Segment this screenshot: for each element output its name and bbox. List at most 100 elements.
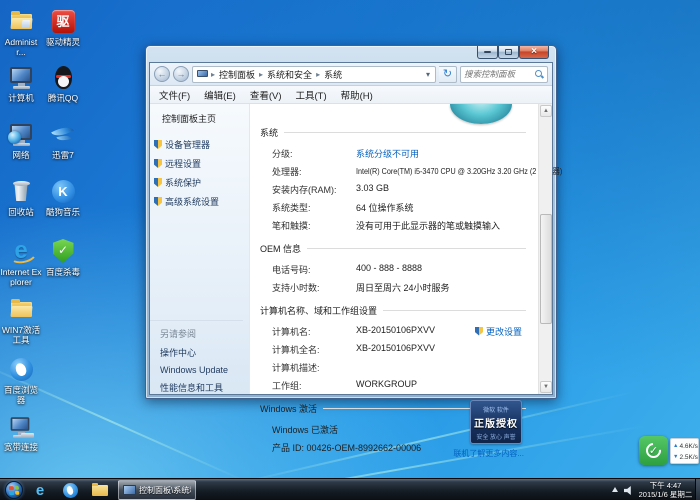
desktop-icon-internet-explorer[interactable]: e Internet Explorer — [0, 238, 42, 287]
desktop-icon-drive-genius[interactable]: 驱 驱动精灵 — [42, 8, 84, 47]
menu-edit[interactable]: 编辑(E) — [197, 88, 243, 102]
caption-buttons: × — [477, 46, 549, 59]
pen-touch-value: 没有可用于此显示器的笔或触摸输入 — [356, 219, 526, 232]
description-value — [356, 361, 526, 374]
sidebar-item-windows-update[interactable]: Windows Update — [160, 365, 243, 375]
user-folder-icon — [8, 8, 35, 35]
desktop-icon-label: Administr... — [0, 37, 42, 57]
spec-row-description: 计算机描述: — [260, 358, 526, 376]
tray-expand-icon[interactable] — [612, 487, 618, 492]
change-settings-link[interactable]: 更改设置 — [486, 325, 522, 338]
minimize-button[interactable] — [477, 46, 498, 59]
sidebar-item-control-panel-home[interactable]: 控制面板主页 — [150, 104, 249, 135]
forward-button[interactable]: → — [173, 66, 189, 82]
search-box[interactable] — [460, 66, 548, 83]
menu-help[interactable]: 帮助(H) — [334, 88, 380, 102]
show-desktop-button[interactable] — [695, 479, 700, 500]
desktop-icon-label: 计算机 — [0, 93, 42, 103]
taskbar-active-task[interactable]: 控制面板\系统和安全\系统 — [118, 480, 196, 500]
taskbar-clock[interactable]: 下午 4:47 2015/1/6 星期二 — [638, 481, 693, 500]
spec-row-full-name: 计算机全名: XB-20150106PXVV — [260, 340, 526, 358]
phone-value: 400 - 888 - 8888 — [356, 263, 526, 276]
download-arrow-icon: ▼ — [673, 452, 678, 463]
net-speed-widget[interactable]: ▲ 4.6K/s ▼ 2.5K/s — [670, 438, 699, 464]
desktop-icon-qq[interactable]: 腾讯QQ — [42, 64, 84, 103]
back-button[interactable]: ← — [154, 66, 170, 82]
clock-date: 2015/1/6 星期二 — [638, 490, 693, 499]
menu-view[interactable]: 查看(V) — [243, 88, 289, 102]
security-check-widget[interactable]: ✓ — [639, 436, 668, 465]
desktop-icon-kugou[interactable]: K 酷狗音乐 — [42, 178, 84, 217]
taskbar-explorer[interactable] — [88, 481, 112, 499]
sidebar-item-performance-tools[interactable]: 性能信息和工具 — [160, 381, 243, 394]
desktop-icon-label: WIN7激活工具 — [0, 325, 42, 345]
taskbar-internet-explorer[interactable]: e — [28, 481, 52, 499]
main-panel: 系统 分级: 系统分级不可用 处理器: Intel(R) Core(TM) i5… — [250, 104, 538, 394]
address-dropdown-icon[interactable]: ▾ — [423, 70, 433, 79]
sidebar-item-remote-settings[interactable]: 远程设置 — [150, 154, 249, 173]
speaker-icon[interactable] — [624, 486, 634, 495]
desktop-icon-broadband[interactable]: 宽带连接 — [0, 413, 42, 452]
baidu-browser-icon — [63, 483, 78, 498]
desktop-icon-network[interactable]: 网络 — [0, 121, 42, 160]
breadcrumb-system[interactable]: 系统 — [321, 68, 345, 81]
section-title: 计算机名称、域和工作组设置 — [260, 304, 377, 317]
spec-row-pen-touch: 笔和触摸: 没有可用于此显示器的笔或触摸输入 — [260, 216, 526, 234]
desktop-icon-win7-activator-folder[interactable]: WIN7激活工具 — [0, 296, 42, 345]
sidebar-item-label: 设备管理器 — [165, 138, 210, 151]
start-button[interactable] — [5, 481, 23, 499]
upload-speed-row: ▲ 4.6K/s — [673, 441, 697, 452]
broadband-connection-icon — [8, 413, 35, 440]
desktop-icon-admin-folder[interactable]: Administr... — [0, 8, 42, 57]
learn-more-online-link[interactable]: 联机了解更多内容... — [453, 448, 524, 459]
vertical-scrollbar[interactable]: ▲ ▼ — [538, 104, 552, 394]
taskbar-baidu-browser[interactable] — [58, 481, 82, 499]
sidebar-item-system-protection[interactable]: 系统保护 — [150, 173, 249, 192]
maximize-button[interactable] — [498, 46, 519, 59]
scrollbar-thumb[interactable] — [540, 214, 552, 324]
close-button[interactable]: × — [519, 46, 549, 59]
kugou-music-icon: K — [50, 178, 77, 205]
see-also-heading: 另请参阅 — [160, 327, 243, 340]
breadcrumb-system-security[interactable]: 系统和安全 — [264, 68, 315, 81]
uac-shield-icon — [154, 140, 162, 149]
folder-icon — [8, 296, 35, 323]
internet-explorer-icon: e — [36, 482, 44, 499]
see-also-section: 另请参阅 操作中心 Windows Update 性能信息和工具 — [150, 320, 243, 400]
windows-flag-icon — [9, 485, 20, 495]
section-title: OEM 信息 — [260, 242, 301, 255]
navigation-bar: ← → ▸ 控制面板 ▸ 系统和安全 ▸ 系统 ▾ ↻ — [150, 63, 552, 86]
breadcrumb-control-panel[interactable]: 控制面板 — [216, 68, 258, 81]
desktop-icon-computer[interactable]: 计算机 — [0, 64, 42, 103]
drive-genius-icon: 驱 — [50, 8, 77, 35]
scroll-down-arrow[interactable]: ▼ — [540, 381, 552, 393]
processor-value: Intel(R) Core(TM) i5-3470 CPU @ 3.20GHz … — [356, 165, 562, 177]
desktop-icon-label: 腾讯QQ — [42, 93, 84, 103]
checkmark-icon: ✓ — [649, 444, 658, 457]
download-speed-row: ▼ 2.5K/s — [673, 452, 697, 463]
sidebar-item-label: 系统保护 — [165, 176, 201, 189]
genuine-windows-badge[interactable]: 微软 软件 正版授权 安全 放心 声誉 — [470, 400, 522, 444]
menu-bar: 文件(F) 编辑(E) 查看(V) 工具(T) 帮助(H) — [150, 86, 552, 104]
menu-tools[interactable]: 工具(T) — [288, 88, 333, 102]
desktop-icon-label: 宽带连接 — [0, 442, 42, 452]
spec-row-computer-name: 计算机名: XB-20150106PXVV 更改设置 — [260, 322, 526, 340]
desktop-icon-recycle-bin[interactable]: 回收站 — [0, 178, 42, 217]
rating-unavailable-link[interactable]: 系统分级不可用 — [356, 149, 419, 159]
hours-value: 周日至周六 24小时服务 — [356, 281, 526, 294]
refresh-button[interactable]: ↻ — [439, 66, 457, 83]
sidebar-item-advanced-settings[interactable]: 高级系统设置 — [150, 192, 249, 211]
sidebar-item-action-center[interactable]: 操作中心 — [160, 346, 243, 359]
breadcrumb[interactable]: ▸ 控制面板 ▸ 系统和安全 ▸ 系统 ▾ — [192, 66, 436, 83]
desktop-wallpaper: Administr... 计算机 网络 回收站 e Internet Explo… — [0, 0, 700, 500]
menu-file[interactable]: 文件(F) — [152, 88, 197, 102]
desktop-icon-thunder[interactable]: 迅雷7 — [42, 121, 84, 160]
desktop-icon-baidu-browser[interactable]: 百度浏览器 — [0, 356, 42, 405]
search-input[interactable] — [464, 69, 535, 79]
scroll-up-arrow[interactable]: ▲ — [540, 105, 552, 117]
task-label: 控制面板\系统和安全\系统 — [139, 485, 191, 496]
spec-row-workgroup: 工作组: WORKGROUP — [260, 376, 526, 394]
desktop-icon-baidu-antivirus[interactable]: ✓ 百度杀毒 — [42, 238, 84, 277]
taskbar: e 控制面板\系统和安全\系统 下午 4:47 2015/1/6 星期二 — [0, 478, 700, 500]
sidebar-item-device-manager[interactable]: 设备管理器 — [150, 135, 249, 154]
